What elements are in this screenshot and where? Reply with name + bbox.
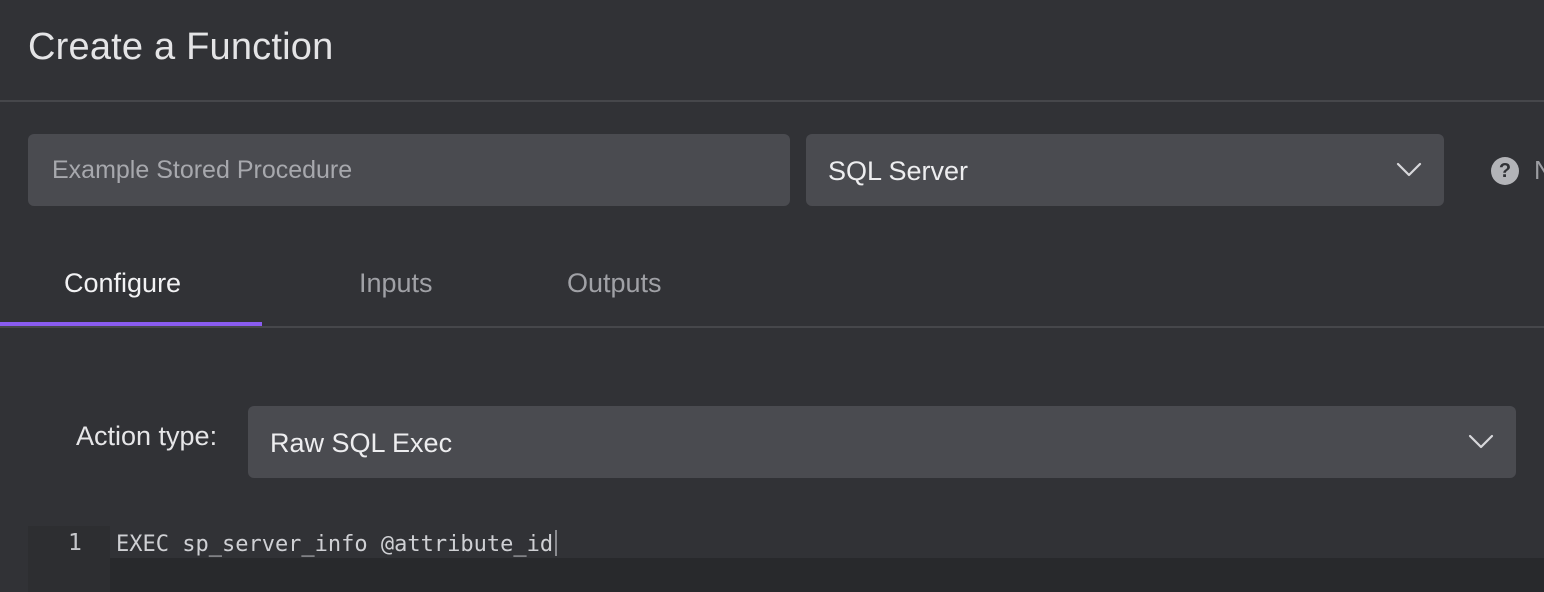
text-cursor [555,530,558,556]
active-tab-indicator [0,322,262,326]
create-function-page: Create a Function SQL Server ? N Configu… [0,0,1544,592]
question-circle-icon[interactable]: ? [1491,157,1519,185]
tab-inputs[interactable]: Inputs [359,268,433,299]
chevron-down-icon [1396,162,1422,177]
tab-bar: Configure Inputs Outputs [0,244,1544,328]
code-text-content: EXEC sp_server_info @attribute_id [116,532,554,557]
action-type-select[interactable]: Raw SQL Exec [248,406,1516,478]
sql-code-editor[interactable]: 1 EXEC sp_server_info @attribute_id [28,526,1544,592]
chevron-down-icon [1468,434,1494,449]
page-title: Create a Function [28,26,334,68]
code-line[interactable]: EXEC sp_server_info @attribute_id [110,526,1544,558]
line-number: 1 [68,530,82,556]
page-header: Create a Function [0,0,1544,102]
database-type-select[interactable]: SQL Server [806,134,1444,206]
action-type-label: Action type: [76,421,218,451]
code-line-text: EXEC sp_server_info @attribute_id [116,530,558,557]
tab-outputs[interactable]: Outputs [567,268,662,299]
help-text-truncated: N [1534,155,1544,185]
function-name-input[interactable] [28,134,790,206]
action-type-value: Raw SQL Exec [270,428,453,458]
editor-gutter: 1 [28,526,110,592]
database-type-value: SQL Server [828,156,969,186]
tab-configure[interactable]: Configure [64,268,181,299]
